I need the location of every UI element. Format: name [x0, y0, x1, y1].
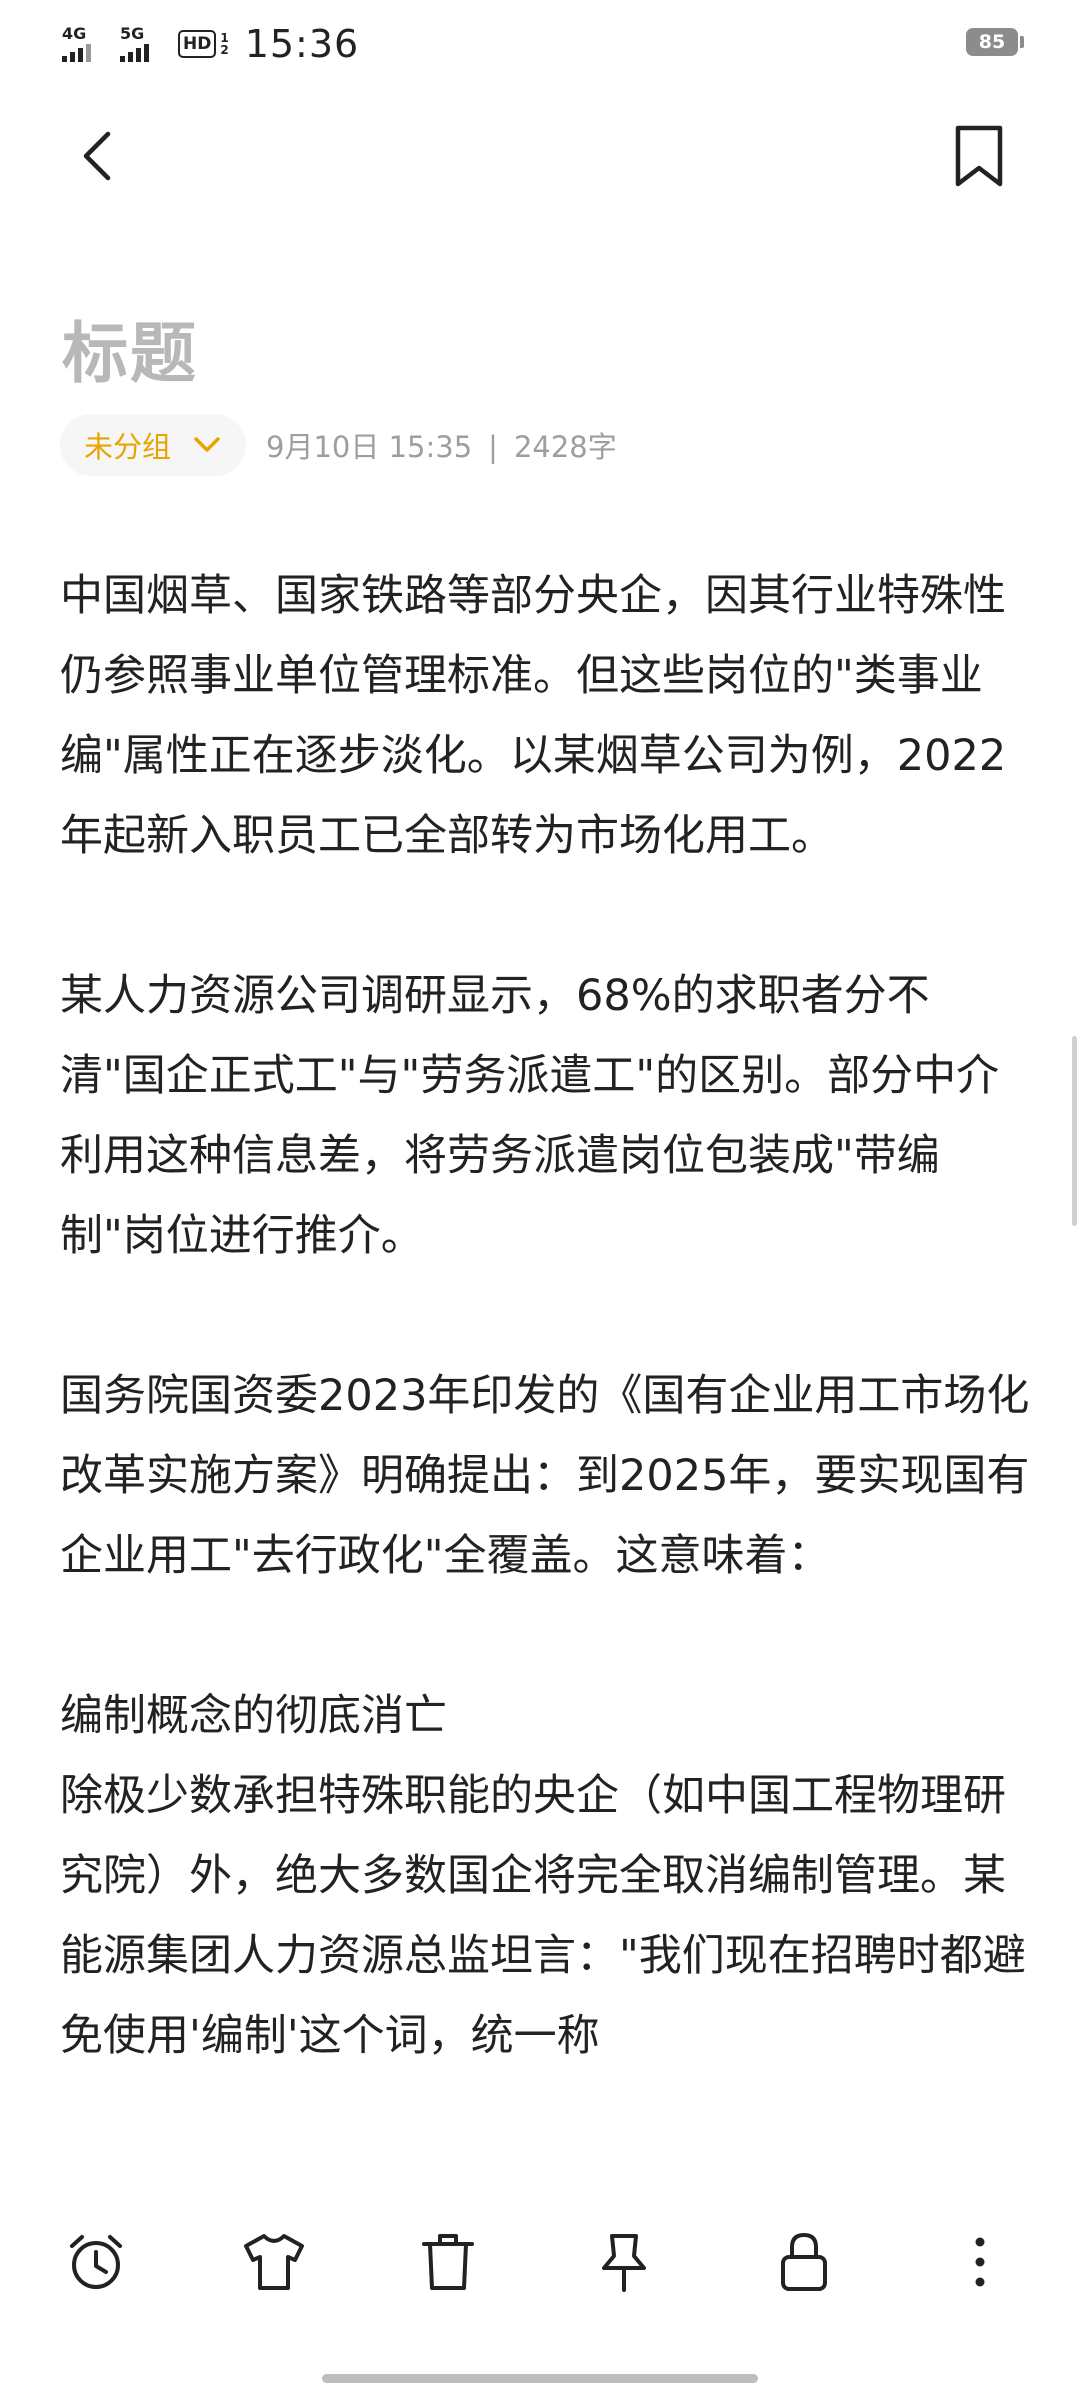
bookmark-icon — [955, 125, 1003, 187]
note-meta: 9月10日 15:35 | 2428字 — [266, 424, 617, 466]
clock: 15:36 — [244, 22, 360, 66]
theme-button[interactable] — [232, 2220, 316, 2304]
word-count: 2428字 — [513, 430, 617, 464]
scrollbar[interactable] — [1072, 1036, 1077, 1226]
hd-voice-sub: 1 2 — [220, 31, 229, 57]
status-left: 4G 5G HD 1 2 15:36 — [62, 22, 359, 66]
alarm-clock-icon — [70, 2235, 122, 2289]
battery-icon: 85 — [966, 28, 1024, 56]
paragraph: 除极少数承担特殊职能的央企（如中国工程物理研究院）外，绝大多数国企将完全取消编制… — [60, 1771, 1026, 2061]
lock-icon — [781, 2232, 827, 2291]
reminder-button[interactable] — [54, 2220, 138, 2304]
more-button[interactable] — [938, 2220, 1022, 2304]
hd-voice-icon: HD — [178, 30, 217, 58]
paragraph: 编制概念的彻底消亡 — [60, 1691, 447, 1741]
group-selector[interactable]: 未分组 — [60, 414, 246, 476]
note-date: 9月10日 15:35 — [266, 430, 473, 464]
paragraph: 某人力资源公司调研显示，68%的求职者分不清"国企正式工"与"劳务派遣工"的区别… — [60, 971, 1000, 1261]
signal-4g-icon: 4G — [62, 26, 106, 62]
lock-button[interactable] — [762, 2220, 846, 2304]
more-vertical-icon — [975, 2237, 985, 2287]
bookmark-button[interactable] — [944, 118, 1014, 194]
gesture-nav-bar[interactable] — [322, 2374, 758, 2383]
status-bar: 4G 5G HD 1 2 15:36 85 — [0, 0, 1080, 84]
delete-button[interactable] — [406, 2220, 490, 2304]
group-label: 未分组 — [84, 430, 172, 464]
signal-5g-icon: 5G — [120, 26, 164, 62]
bottom-toolbar — [0, 2160, 1080, 2400]
paragraph: 中国烟草、国家铁路等部分央企，因其行业特殊性仍参照事业单位管理标准。但这些岗位的… — [60, 571, 1007, 861]
back-button[interactable] — [66, 118, 126, 194]
note-title[interactable]: 标题 — [62, 300, 198, 396]
chevron-left-icon — [83, 131, 111, 181]
network-type-4g: 4G — [62, 24, 87, 43]
trash-icon — [422, 2234, 474, 2290]
pin-icon — [602, 2234, 646, 2292]
meta-separator: | — [488, 430, 498, 464]
note-body[interactable]: 中国烟草、国家铁路等部分央企，因其行业特殊性仍参照事业单位管理标准。但这些岗位的… — [60, 556, 1030, 2076]
pin-button[interactable] — [582, 2220, 666, 2304]
shirt-icon — [244, 2234, 304, 2290]
chevron-down-icon — [194, 437, 220, 452]
paragraph: 国务院国资委2023年印发的《国有企业用工市场化改革实施方案》明确提出：到202… — [60, 1371, 1030, 1581]
network-type-5g: 5G — [120, 24, 145, 43]
